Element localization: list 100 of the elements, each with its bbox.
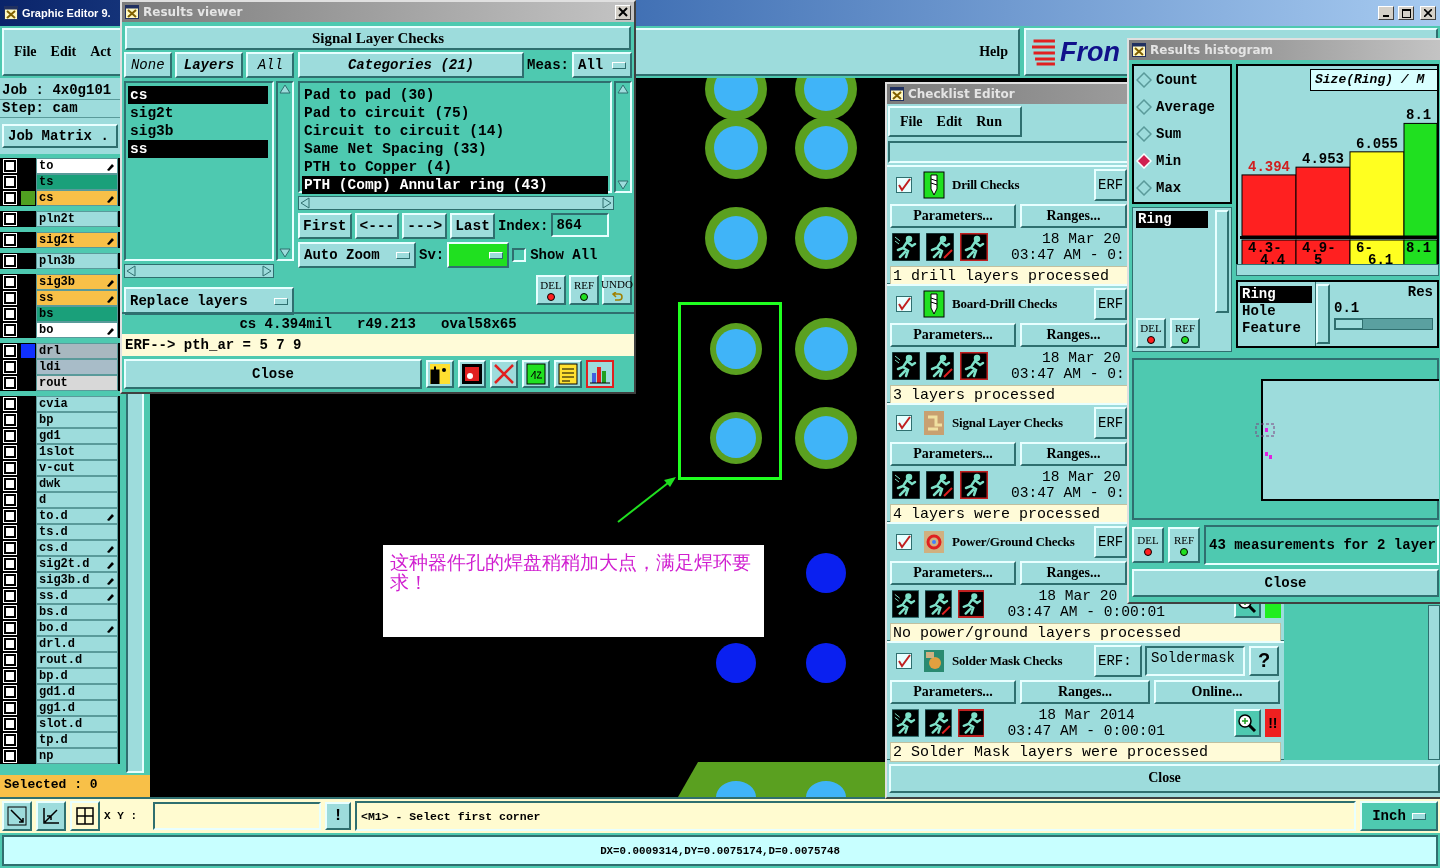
layer-checkbox[interactable] xyxy=(4,606,16,618)
severity-dropdown[interactable] xyxy=(447,242,510,268)
scroll-left-icon[interactable] xyxy=(126,265,136,277)
layer-item[interactable]: rout.d xyxy=(36,652,118,668)
layer-item[interactable]: bp.d xyxy=(36,668,118,684)
layer-checkbox[interactable] xyxy=(4,446,16,458)
layer-checkbox[interactable] xyxy=(4,430,16,442)
scroll-down-icon[interactable] xyxy=(279,248,291,258)
erf-button[interactable]: ERF: xyxy=(1094,644,1142,677)
alert-button[interactable]: ! xyxy=(325,802,351,830)
radio-icon[interactable] xyxy=(1136,126,1152,142)
layer-checkbox[interactable] xyxy=(4,176,16,188)
layer-item[interactable]: cs.d xyxy=(36,540,118,556)
check-option-button[interactable]: Ranges... xyxy=(1020,441,1127,466)
layer-item[interactable]: gg1.d xyxy=(36,700,118,716)
checkbox[interactable] xyxy=(512,248,527,262)
minimize-button[interactable] xyxy=(1378,6,1394,20)
layer-checkbox[interactable] xyxy=(4,750,16,762)
field-list-item[interactable]: Feature xyxy=(1240,320,1312,337)
menu-item[interactable]: File xyxy=(900,113,923,130)
layer-item[interactable]: ts xyxy=(36,174,118,190)
running-figure-icon[interactable] xyxy=(924,589,952,618)
layer-checkbox[interactable] xyxy=(4,213,16,225)
layer-checkbox[interactable] xyxy=(4,345,16,357)
scrollbar[interactable] xyxy=(614,81,632,193)
running-figure-icon[interactable] xyxy=(960,470,988,499)
category-list-item[interactable]: Circuit to circuit (14) xyxy=(302,122,608,140)
layer-item[interactable]: rout xyxy=(36,375,118,391)
app-icon[interactable] xyxy=(125,5,139,19)
running-figure-icon[interactable] xyxy=(926,232,954,261)
navigation-button[interactable]: <--- xyxy=(354,213,400,239)
layer-item[interactable]: sig3b.d xyxy=(36,572,118,588)
layer-item[interactable]: sig2t xyxy=(36,232,118,248)
field-list-item[interactable]: Ring xyxy=(1240,286,1312,303)
layer-item[interactable]: d xyxy=(36,492,118,508)
check-option-button[interactable]: Parameters... xyxy=(890,203,1016,228)
layer-item[interactable]: ts.d xyxy=(36,524,118,540)
erf-button[interactable]: ERF xyxy=(1094,168,1127,201)
check-option-button[interactable]: Ranges... xyxy=(1020,322,1127,347)
scroll-down-icon[interactable] xyxy=(617,180,629,190)
replace-mode-dropdown[interactable]: Replace layers xyxy=(124,287,294,315)
running-figure-icon[interactable] xyxy=(892,232,920,261)
running-figure-icon[interactable] xyxy=(957,708,985,737)
layer-filter-button[interactable]: None xyxy=(124,52,172,78)
close-button[interactable]: Close xyxy=(124,359,422,389)
help-button[interactable]: ? xyxy=(1249,645,1279,676)
scroll-up-icon[interactable] xyxy=(617,84,629,94)
app-icon[interactable] xyxy=(890,87,904,101)
layer-checkbox[interactable] xyxy=(4,734,16,746)
check-option-button[interactable]: Ranges... xyxy=(1020,560,1127,585)
reference-button[interactable]: REF xyxy=(569,275,599,305)
check-option-button[interactable]: Parameters... xyxy=(890,679,1016,704)
layer-checkbox[interactable] xyxy=(4,574,16,586)
layer-checkbox[interactable] xyxy=(4,292,16,304)
zoom-tool-button[interactable] xyxy=(2,801,32,831)
layer-checkbox[interactable] xyxy=(4,590,16,602)
delete-button[interactable]: DEL xyxy=(1132,527,1164,563)
menu-item[interactable]: File xyxy=(14,44,37,60)
layer-checkbox[interactable] xyxy=(4,462,16,474)
check-option-button[interactable]: Parameters... xyxy=(890,441,1016,466)
reference-button[interactable]: REF xyxy=(1170,318,1200,348)
layer-checkbox[interactable] xyxy=(4,686,16,698)
layer-item[interactable]: bo.d xyxy=(36,620,118,636)
checkbox[interactable] xyxy=(896,652,912,669)
category-list-item[interactable]: Pad to pad (30) xyxy=(302,86,608,104)
zoom-mode-dropdown[interactable]: Auto Zoom xyxy=(298,242,416,268)
layer-checkbox[interactable] xyxy=(4,160,16,172)
layer-list-item[interactable]: ss xyxy=(128,140,268,158)
running-figure-icon[interactable] xyxy=(892,351,920,380)
layer-checkbox[interactable] xyxy=(4,654,16,666)
resolution-slider[interactable] xyxy=(1334,318,1433,330)
layer-checkbox[interactable] xyxy=(4,192,16,204)
layer-item[interactable]: bp xyxy=(36,412,118,428)
layer-checkbox[interactable] xyxy=(4,622,16,634)
navigation-button[interactable]: Last xyxy=(450,213,495,239)
units-dropdown[interactable]: Inch xyxy=(1360,801,1438,831)
check-option-button[interactable]: Online... xyxy=(1154,679,1280,704)
close-button[interactable] xyxy=(1420,6,1436,20)
menu-item[interactable]: Run xyxy=(976,113,1002,130)
layer-checkbox[interactable] xyxy=(4,558,16,570)
scroll-up-icon[interactable] xyxy=(279,84,291,94)
running-figure-icon[interactable] xyxy=(960,351,988,380)
radio-option[interactable]: Count xyxy=(1136,70,1228,90)
radio-option[interactable]: Max xyxy=(1136,178,1228,198)
scrollbar[interactable] xyxy=(124,264,274,278)
running-figure-icon[interactable] xyxy=(926,470,954,499)
reference-button[interactable]: REF xyxy=(1168,527,1200,563)
layer-item[interactable]: drl.d xyxy=(36,636,118,652)
grid-tool-button[interactable] xyxy=(70,801,100,831)
layer-checkbox[interactable] xyxy=(4,398,16,410)
delete-button[interactable]: DEL xyxy=(1136,318,1166,348)
running-figure-icon[interactable] xyxy=(892,470,920,499)
close-button[interactable] xyxy=(615,4,631,20)
radio-option[interactable]: Min xyxy=(1136,151,1228,171)
layer-checkbox[interactable] xyxy=(4,702,16,714)
layer-list-item[interactable]: cs xyxy=(128,86,268,104)
layer-checkbox[interactable] xyxy=(4,255,16,267)
check-option-button[interactable]: Parameters... xyxy=(890,560,1016,585)
running-figure-icon[interactable] xyxy=(957,589,985,618)
layer-item[interactable]: cs xyxy=(36,190,118,206)
